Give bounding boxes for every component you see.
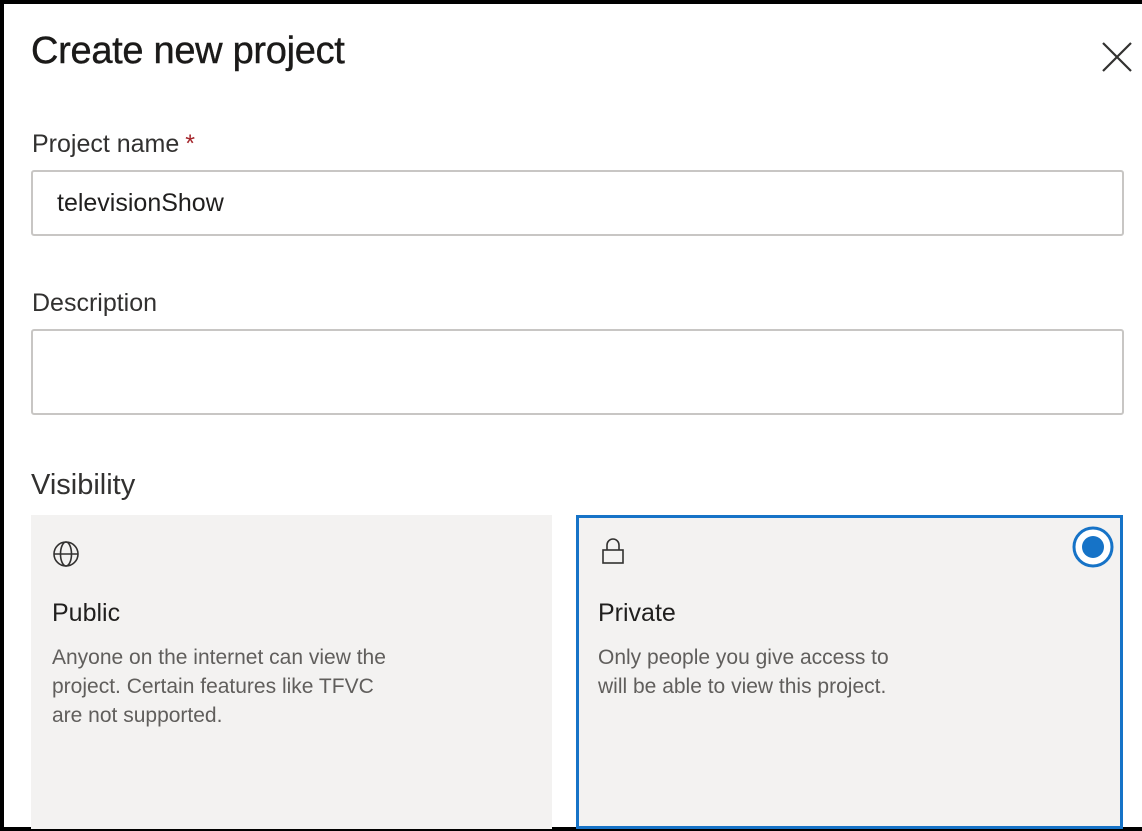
visibility-option-title: Private bbox=[598, 599, 676, 627]
close-icon bbox=[1102, 42, 1132, 72]
visibility-option-description: Anyone on the internet can view the proj… bbox=[52, 646, 386, 727]
description-input[interactable] bbox=[31, 329, 1124, 415]
lock-icon bbox=[602, 538, 624, 564]
visibility-option-public[interactable]: Public Anyone on the internet can view t… bbox=[31, 515, 552, 829]
dialog-title: Create new project bbox=[31, 30, 345, 72]
description-label: Description bbox=[32, 289, 158, 317]
visibility-option-private[interactable]: Private Only people you give access to w… bbox=[576, 515, 1123, 829]
project-name-label: Project name * bbox=[32, 130, 195, 159]
globe-icon bbox=[53, 541, 79, 567]
radio-selected-icon[interactable] bbox=[1071, 525, 1115, 569]
close-button[interactable] bbox=[1096, 36, 1138, 78]
visibility-option-title: Public bbox=[52, 599, 121, 627]
visibility-option-description: Only people you give access to will be a… bbox=[598, 646, 889, 698]
required-indicator: * bbox=[185, 130, 196, 158]
project-name-label-text: Project name bbox=[32, 130, 180, 158]
project-name-input[interactable] bbox=[31, 170, 1124, 236]
visibility-label: Visibility bbox=[31, 469, 136, 501]
dialog: Create new project Project name* Descrip… bbox=[0, 0, 1142, 831]
